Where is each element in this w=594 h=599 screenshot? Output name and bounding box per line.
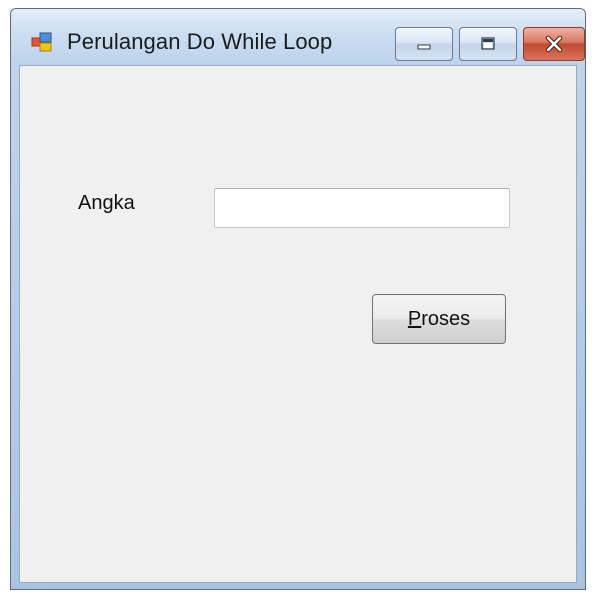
maximize-button[interactable] <box>459 27 517 61</box>
close-icon <box>545 35 563 53</box>
minimize-icon <box>417 44 431 50</box>
angka-input[interactable] <box>214 188 510 228</box>
proses-mnemonic: P <box>407 307 422 330</box>
app-window: Perulangan Do While Loop Angka Proses <box>10 8 586 590</box>
form-client-area: Angka Proses <box>19 65 577 583</box>
close-button[interactable] <box>523 27 585 61</box>
proses-label: roses <box>421 307 471 330</box>
maximize-icon <box>481 37 495 50</box>
proses-button[interactable]: Proses <box>372 294 506 344</box>
angka-label: Angka <box>78 192 135 214</box>
winforms-app-icon <box>31 32 52 52</box>
window-title: Perulangan Do While Loop <box>67 29 333 54</box>
minimize-button[interactable] <box>395 27 453 61</box>
title-bar[interactable]: Perulangan Do While Loop <box>11 9 585 65</box>
